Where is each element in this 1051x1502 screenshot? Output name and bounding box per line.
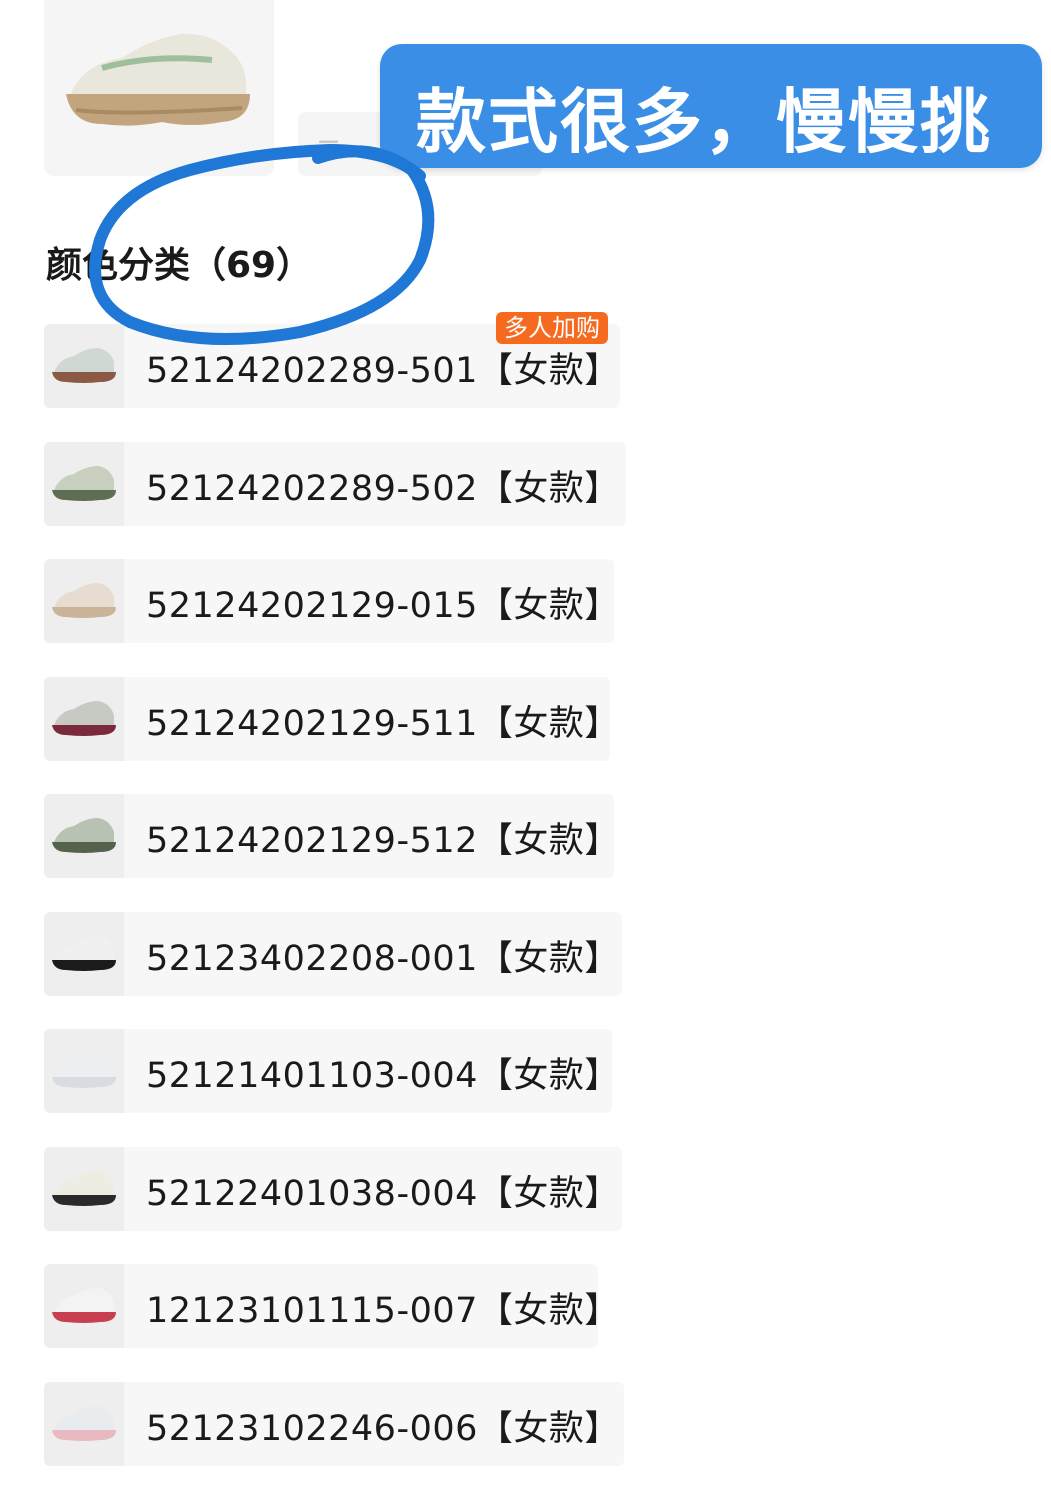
sneaker-icon (52, 583, 116, 618)
variant-label: 52121401103-004【女款】 (146, 1056, 620, 1096)
variant-label: 52124202289-502【女款】 (146, 469, 620, 509)
variant-thumbnail (44, 324, 124, 408)
variant-thumbnail (44, 1264, 124, 1348)
variant-thumbnail (44, 912, 124, 996)
sneaker-icon (52, 701, 116, 736)
variant-label: 52124202129-511【女款】 (146, 704, 620, 744)
variant-label: 52124202129-512【女款】 (146, 821, 620, 861)
variant-option[interactable]: 52124202129-015【女款】 (44, 559, 619, 643)
section-title: 颜色分类（69） (46, 245, 313, 286)
variant-option[interactable]: 52124202129-511【女款】 (44, 677, 619, 761)
sneaker-icon (52, 936, 116, 971)
variant-thumbnail (44, 559, 124, 643)
variant-thumbnail (44, 1029, 124, 1113)
variant-option[interactable]: 52124202129-512【女款】 (44, 794, 619, 878)
variant-label: 52124202289-501【女款】 (146, 351, 620, 391)
variant-option[interactable]: 52121401103-004【女款】 (44, 1029, 619, 1113)
variant-label: 52122401038-004【女款】 (146, 1174, 620, 1214)
variant-label: 12123101115-007【女款】 (146, 1291, 620, 1331)
sneaker-icon (66, 33, 250, 126)
variant-option[interactable]: 12123101115-007【女款】 (44, 1264, 619, 1348)
sneaker-icon (52, 1171, 116, 1206)
sneaker-icon (52, 1053, 116, 1088)
variant-label: 52123402208-001【女款】 (146, 939, 620, 979)
sneaker-icon (52, 1288, 116, 1323)
variant-option[interactable]: 52123402208-001【女款】 (44, 912, 622, 996)
sneaker-icon (52, 1406, 116, 1441)
product-main-image[interactable] (44, 0, 274, 176)
variant-thumbnail (44, 1147, 124, 1231)
variant-thumbnail (44, 794, 124, 878)
caption-text: 款式很多，慢慢挑 (416, 81, 992, 163)
variant-thumbnail (44, 1382, 124, 1466)
variant-option[interactable]: 52122401038-004【女款】 (44, 1147, 622, 1231)
variant-label: 52123102246-006【女款】 (146, 1409, 620, 1449)
variant-thumbnail (44, 677, 124, 761)
sneaker-icon (52, 818, 116, 853)
sneaker-icon (52, 348, 116, 383)
variant-option[interactable]: 52124202289-502【女款】 (44, 442, 626, 526)
variant-thumbnail (44, 442, 124, 526)
popular-badge: 多人加购 (496, 312, 608, 344)
decrease-button[interactable]: − (316, 124, 341, 159)
caption-banner: 款式很多，慢慢挑 (380, 44, 1042, 168)
variant-label: 52124202129-015【女款】 (146, 586, 620, 626)
variant-option[interactable]: 52123102246-006【女款】 (44, 1382, 624, 1466)
sneaker-icon (52, 466, 116, 501)
